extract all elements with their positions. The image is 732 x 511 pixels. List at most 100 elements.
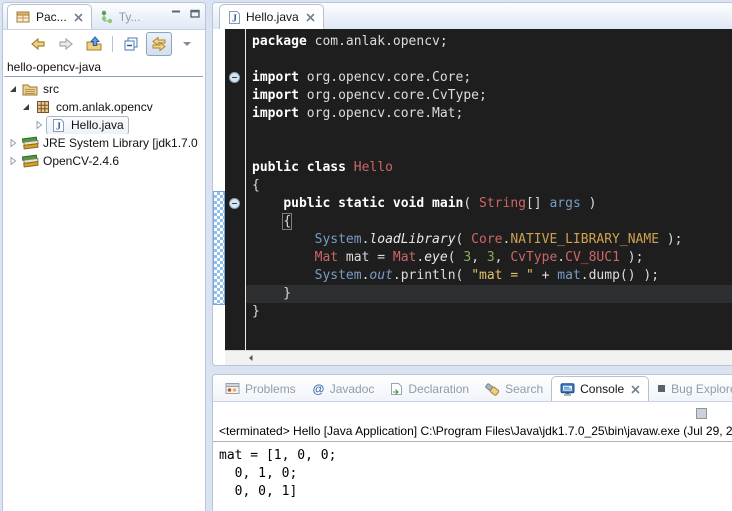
code-text[interactable]: package com.anlak.opencv; import org.open… [246,29,732,351]
up-folder-button[interactable] [81,32,107,56]
view-menu-button[interactable] [174,32,200,56]
tab-label: Declaration [408,382,469,396]
back-arrow-button[interactable] [25,32,51,56]
tab-ty[interactable]: Ty... [92,4,149,29]
code-token: void [393,196,424,211]
code-token: . [581,268,589,283]
console-output-line: mat = [1, 0, 0; [219,447,732,465]
code-token: import [252,70,299,85]
scroll-left-icon[interactable] [247,354,255,362]
tree-item-label: JRE System Library [jdk1.7.0 [40,136,198,150]
tree-item-jre-system-library-jdk1-7-0[interactable]: JRE System Library [jdk1.7.0 [3,134,205,152]
javadoc-icon: @ [312,382,325,395]
tree-item-label: Hello.java [68,118,124,132]
expand-arrow-icon[interactable] [7,137,19,149]
forward-arrow-button[interactable] [53,32,79,56]
code-token: public [252,160,299,175]
code-token: dump [589,268,620,283]
expand-arrow-icon[interactable] [7,83,19,95]
tab-problems[interactable]: Problems [217,376,304,401]
tab-javadoc[interactable]: @Javadoc [304,376,383,401]
code-token: main [432,196,463,211]
code-token: ); [659,232,682,247]
close-icon[interactable] [631,385,640,394]
tab-search[interactable]: Search [477,376,551,401]
tree-item-src[interactable]: src [3,80,205,98]
close-icon[interactable] [74,13,83,22]
expand-arrow-icon[interactable] [33,119,45,131]
code-line: Mat mat = Mat.eye( 3, 3, CvType.CV_8UC1 … [246,249,732,267]
link-editor-button[interactable] [146,32,172,56]
code-token [252,196,283,211]
code-line: } [246,303,732,321]
code-token: System [315,232,362,247]
problems-icon [225,382,240,395]
editor-area[interactable]: package com.anlak.opencv; import org.open… [213,29,732,365]
tab-bug-explorer[interactable]: Bug Explorer [649,376,732,401]
code-token: Mat [315,250,338,265]
code-token: ( [456,232,472,247]
code-line: package com.anlak.opencv; [246,33,732,51]
tab-label: Pac... [36,10,67,24]
code-token: ( [463,196,479,211]
svg-text:J: J [232,13,237,24]
minimize-button[interactable] [171,9,181,18]
tab-pac[interactable]: Pac... [7,4,92,29]
tab-console[interactable]: Console [551,376,649,401]
working-set-label[interactable]: hello-opencv-java [3,58,205,75]
console-output-line: 0, 1, 0; [219,465,732,483]
search-icon [485,382,500,396]
tree-item-hello-java[interactable]: J Hello.java [3,116,205,134]
code-token [252,232,315,247]
console-icon [560,383,575,396]
tab-declaration[interactable]: Declaration [382,376,477,401]
code-line: System.out.println( "mat = " + mat.dump(… [246,267,732,285]
tab-hello-java[interactable]: J Hello.java [219,4,324,29]
code-token: "mat = " [471,268,534,283]
expand-arrow-icon[interactable] [20,101,32,113]
code-token: , [471,250,487,265]
bug-square-icon [657,384,666,393]
tree-item-com-anlak-opencv[interactable]: com.anlak.opencv [3,98,205,116]
annotation-ruler [225,29,245,351]
java-package-icon [33,100,53,114]
svg-text:J: J [56,121,61,132]
java-file-icon: J [48,118,68,133]
toolbar-separator [111,35,114,53]
code-token: mat = [338,250,393,265]
code-token [299,160,307,175]
code-token: , [495,250,511,265]
tree-item-opencv-2-4-6[interactable]: OpenCV-2.4.6 [3,152,205,170]
code-line: { [246,213,732,231]
library-icon [20,136,40,151]
tab-label: Bug Explorer [671,382,732,396]
method-range-indicator [213,191,225,305]
maximize-button[interactable] [190,9,200,18]
fold-minus-icon[interactable] [229,198,240,209]
tree-item-label: com.anlak.opencv [53,100,153,114]
fold-minus-icon[interactable] [229,72,240,83]
code-token: CV_8UC1 [565,250,620,265]
up-folder-icon [85,36,103,52]
svg-text:@: @ [312,382,324,395]
collapse-all-icon [123,36,140,52]
code-token: package [252,34,307,49]
code-token: } [252,304,260,319]
code-token: } [252,286,291,301]
tree-item-label: OpenCV-2.4.6 [40,154,119,168]
console-output[interactable]: mat = [1, 0, 0; 0, 1, 0; 0, 0, 1] [213,442,732,501]
expand-arrow-icon[interactable] [7,155,19,167]
code-token: org.opencv.core.Core; [299,70,471,85]
code-token: org.opencv.core.Mat; [299,106,463,121]
collapse-all-button[interactable] [118,32,144,56]
code-token [252,214,283,229]
console-view: Problems@Javadoc Declaration SearchConsole… [212,374,732,511]
code-line: public static void main( String[] args ) [246,195,732,213]
code-token: [] [526,196,549,211]
console-toolbar-button[interactable] [696,408,707,419]
close-icon[interactable] [306,13,315,22]
project-tree: src com.anlak.opencv J Hello.java JRE System… [3,80,205,170]
code-token: { [252,178,260,193]
horizontal-scrollbar[interactable] [225,350,732,365]
tab-label: Hello.java [246,10,299,24]
